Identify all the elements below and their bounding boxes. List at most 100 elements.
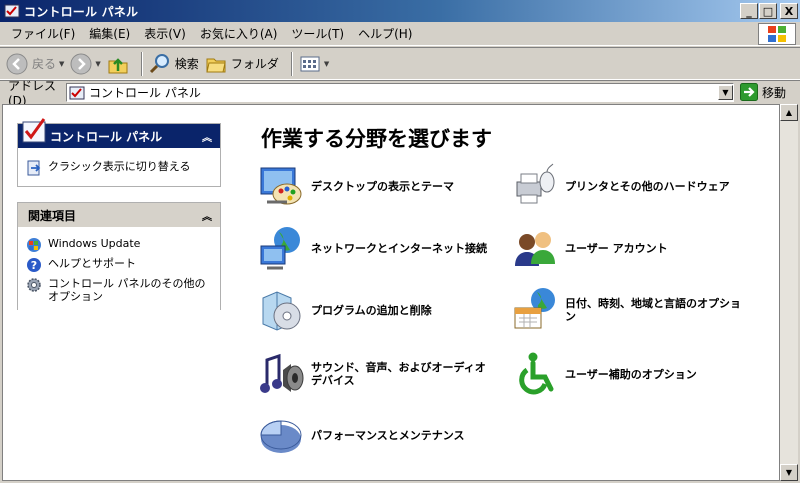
classic-view-link[interactable]: クラシック表示に切り替える: [26, 160, 212, 176]
svg-text:?: ?: [31, 259, 37, 272]
menu-tools[interactable]: ツール(T): [284, 25, 351, 42]
menu-favorites[interactable]: お気に入り(A): [193, 25, 285, 42]
forward-dropdown-icon[interactable]: ▼: [95, 60, 100, 68]
other-options-link[interactable]: コントロール パネルのその他のオプション: [26, 277, 212, 303]
related-task-pane: 関連項目 ︽ Windows Update ? ヘルプとサポート コントロール …: [17, 202, 221, 313]
folders-icon: [206, 58, 226, 72]
views-button[interactable]: ▼: [299, 53, 329, 75]
window-title: コントロール パネル: [24, 4, 139, 19]
maximize-button[interactable]: □: [759, 3, 777, 19]
accessibility-wheelchair-icon: [519, 352, 554, 395]
control-panel-pane-header[interactable]: コントロール パネル ︽: [18, 118, 220, 148]
category-label: パフォーマンスとメンテナンス: [311, 428, 465, 442]
category-label: サウンド、音声、およびオーディオ デバイス: [311, 361, 486, 387]
user-accounts-icon: [515, 232, 555, 266]
go-label: 移動: [762, 85, 787, 100]
address-field[interactable]: コントロール パネル ▼: [66, 83, 734, 102]
desktop-themes-icon: [260, 167, 302, 205]
search-label: 検索: [174, 57, 199, 71]
close-button[interactable]: X: [780, 3, 798, 19]
standard-toolbar: 戻る ▼ ▼ 検索 フォルダ ▼: [0, 47, 800, 80]
category-label: ユーザー補助のオプション: [565, 367, 697, 381]
category-add-remove-programs[interactable]: プログラムの追加と削除: [257, 286, 497, 334]
category-performance-maintenance[interactable]: パフォーマンスとメンテナンス: [257, 411, 497, 459]
toolbar-separator: [290, 51, 293, 76]
related-pane-body: Windows Update ? ヘルプとサポート コントロール パネルのその他…: [18, 227, 220, 313]
help-support-link[interactable]: ? ヘルプとサポート: [26, 257, 212, 273]
category-printers-hardware[interactable]: プリンタとその他のハードウェア: [511, 162, 751, 210]
search-button[interactable]: 検索: [149, 53, 199, 75]
category-label: プログラムの追加と削除: [311, 303, 432, 317]
scroll-up-button[interactable]: ▲: [780, 104, 798, 121]
category-user-accounts[interactable]: ユーザー アカウント: [511, 224, 751, 272]
minimize-button[interactable]: _: [740, 3, 758, 19]
category-label: ネットワークとインターネット接続: [311, 241, 487, 255]
help-support-label: ヘルプとサポート: [48, 257, 136, 270]
category-sounds-audio[interactable]: サウンド、音声、およびオーディオ デバイス: [257, 350, 497, 398]
windows-update-link[interactable]: Windows Update: [26, 237, 212, 253]
go-arrow-icon: [740, 83, 758, 101]
network-globe-icon: [260, 227, 300, 270]
folders-label: フォルダ: [230, 57, 279, 71]
category-label: ユーザー アカウント: [565, 241, 668, 255]
related-pane-title: 関連項目: [28, 208, 77, 223]
forward-button[interactable]: ▼: [70, 53, 101, 75]
printer-hardware-icon: [516, 163, 555, 204]
up-folder-icon: [108, 57, 128, 73]
collapse-chevron-icon[interactable]: ︽: [202, 129, 212, 144]
up-folder-button[interactable]: [107, 53, 129, 75]
search-icon: [149, 53, 169, 73]
title-bar[interactable]: コントロール パネル _ □ X: [0, 0, 800, 22]
category-label: デスクトップの表示とテーマ: [311, 179, 454, 193]
views-dropdown-icon[interactable]: ▼: [324, 60, 329, 68]
control-panel-icon: [4, 4, 20, 18]
menu-bar: ファイル(F) 編集(E) 表示(V) お気に入り(A) ツール(T) ヘルプ(…: [0, 22, 800, 46]
category-label: プリンタとその他のハードウェア: [565, 179, 730, 193]
page-heading: 作業する分野を選びます: [261, 127, 492, 151]
vertical-scrollbar[interactable]: ▲ ▼: [780, 104, 798, 481]
category-network-internet[interactable]: ネットワークとインターネット接続: [257, 224, 497, 272]
windows-update-label: Windows Update: [48, 237, 141, 250]
address-bar: アドレス(D) コントロール パネル ▼ 移動: [0, 79, 800, 108]
forward-arrow-icon: [70, 53, 92, 74]
content-area: コントロール パネル ︽ クラシック表示に切り替える 関連項目 ︽ Window…: [2, 104, 780, 481]
help-icon: ?: [27, 258, 41, 272]
windows-flag-icon: [768, 26, 786, 42]
related-pane-header[interactable]: 関連項目 ︽: [18, 203, 220, 227]
collapse-chevron-icon[interactable]: ︽: [202, 208, 212, 223]
sound-speaker-icon: [260, 353, 304, 393]
control-panel-pane-title: コントロール パネル: [50, 129, 163, 144]
category-date-time-language[interactable]: 日付、時刻、地域と言語のオプション: [511, 286, 751, 334]
address-dropdown-button[interactable]: ▼: [718, 85, 733, 100]
menu-file[interactable]: ファイル(F): [4, 25, 82, 42]
other-options-label: コントロール パネルのその他のオプション: [48, 277, 206, 303]
address-value: コントロール パネル: [89, 86, 201, 100]
control-panel-pane-body: クラシック表示に切り替える: [18, 148, 220, 186]
windows-logo: [758, 23, 796, 45]
back-arrow-icon: [6, 53, 28, 74]
menu-help[interactable]: ヘルプ(H): [351, 25, 419, 42]
back-button[interactable]: 戻る ▼: [6, 53, 64, 75]
performance-pie-icon: [260, 420, 302, 453]
windows-update-icon: [27, 238, 41, 252]
category-accessibility[interactable]: ユーザー補助のオプション: [511, 350, 751, 398]
category-appearance-themes[interactable]: デスクトップの表示とテーマ: [257, 162, 497, 210]
menu-edit[interactable]: 編集(E): [82, 25, 137, 42]
back-dropdown-icon[interactable]: ▼: [59, 60, 64, 68]
scroll-down-button[interactable]: ▼: [780, 464, 798, 481]
menu-view[interactable]: 表示(V): [137, 25, 193, 42]
go-button[interactable]: 移動: [740, 83, 786, 101]
category-label: 日付、時刻、地域と言語のオプション: [565, 297, 741, 323]
classic-view-icon: [27, 160, 41, 176]
add-remove-programs-icon: [262, 291, 301, 331]
back-label: 戻る: [32, 57, 57, 71]
control-panel-check-icon: [22, 118, 46, 143]
date-time-region-icon: [514, 288, 555, 329]
toolbar-separator: [140, 51, 143, 76]
control-panel-icon: [69, 86, 85, 99]
control-panel-task-pane: コントロール パネル ︽ クラシック表示に切り替える: [17, 118, 221, 187]
classic-view-label: クラシック表示に切り替える: [48, 160, 191, 173]
views-grid-icon: [300, 56, 320, 71]
folders-button[interactable]: フォルダ: [205, 53, 279, 75]
gear-icon: [27, 278, 41, 292]
